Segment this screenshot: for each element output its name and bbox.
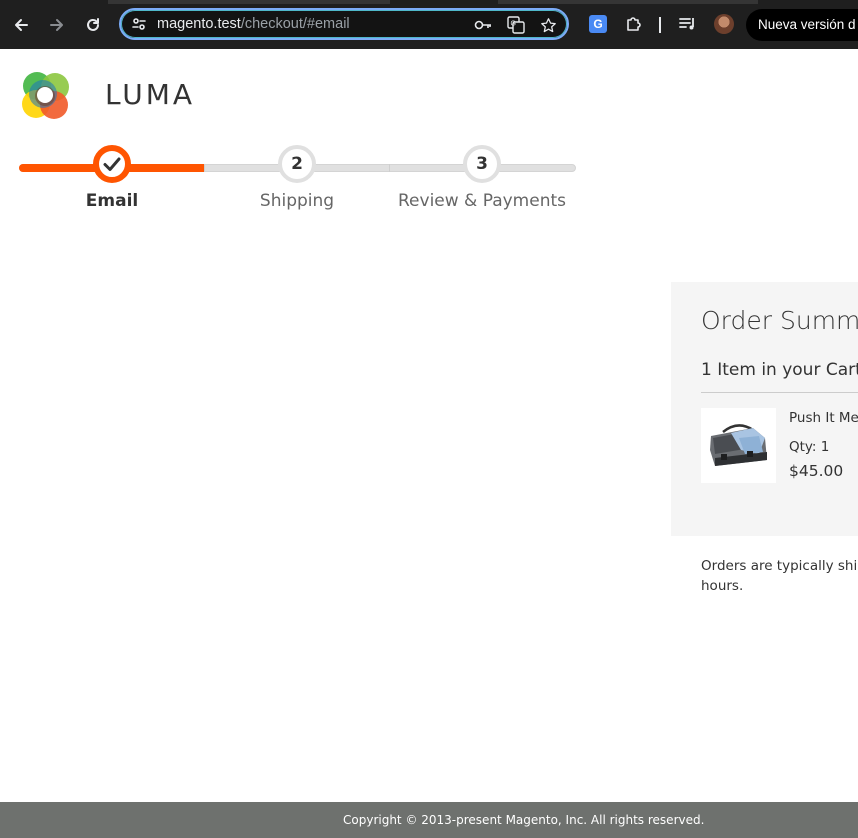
url-path: /checkout/#email — [240, 16, 350, 32]
product-price: $45.00 — [789, 462, 844, 480]
progress-segment-divider — [389, 164, 390, 172]
tab-strip-edge — [108, 0, 390, 4]
browser-toolbar: magento.test/checkout/#email G G Nueva v… — [0, 0, 858, 49]
star-icon[interactable] — [539, 16, 557, 34]
address-bar[interactable]: magento.test/checkout/#email G — [119, 8, 569, 40]
tab-strip-edge-2 — [498, 0, 758, 4]
arrow-right-icon — [50, 19, 63, 31]
product-quantity: Qty: 1 — [789, 439, 830, 455]
media-controls-icon[interactable] — [677, 13, 699, 35]
shipping-note: Orders are typically ship hours. — [701, 556, 858, 596]
progress-segment-divider — [204, 164, 205, 172]
key-icon[interactable] — [474, 16, 492, 34]
luma-logo[interactable]: LUMA — [19, 70, 192, 122]
product-image — [701, 408, 776, 483]
toolbar-divider — [659, 17, 661, 33]
url-text[interactable]: magento.test/checkout/#email — [157, 16, 350, 32]
site-settings-icon[interactable] — [131, 16, 147, 36]
shipping-note-line: hours. — [701, 578, 744, 594]
forward-button[interactable] — [45, 13, 69, 37]
step-email-label[interactable]: Email — [86, 191, 138, 211]
order-summary: Order Summa 1 Item in your Cart Push It … — [671, 282, 858, 536]
profile-avatar[interactable] — [714, 14, 734, 34]
step-shipping-label: Shipping — [259, 191, 335, 211]
step-review-label: Review & Payments — [398, 191, 566, 211]
copyright-text: Copyright © 2013-present Magento, Inc. A… — [343, 813, 705, 827]
svg-text:G: G — [511, 21, 516, 28]
luma-logo-mark-icon — [22, 72, 69, 119]
browser-update-button[interactable]: Nueva versión d — [746, 9, 858, 41]
order-summary-title: Order Summa — [701, 306, 858, 335]
cart-items-toggle[interactable]: 1 Item in your Cart — [701, 360, 858, 380]
back-button[interactable] — [9, 13, 33, 37]
checkout-progress-bar: 2 3 Email Shipping Review & Payments — [19, 145, 576, 215]
step-shipping-circle: 2 — [278, 145, 316, 183]
product-name: Push It Me — [789, 410, 858, 426]
reload-button[interactable] — [81, 13, 105, 37]
reload-icon — [87, 18, 99, 31]
url-host: magento.test — [157, 16, 241, 32]
checkmark-icon — [103, 157, 121, 171]
translate-icon[interactable]: G — [507, 16, 525, 34]
summary-divider — [701, 392, 858, 393]
step-review-circle: 3 — [463, 145, 501, 183]
extensions-puzzle-icon[interactable] — [623, 13, 645, 35]
step-email-circle[interactable] — [93, 145, 131, 183]
page-footer: Copyright © 2013-present Magento, Inc. A… — [0, 802, 858, 838]
logo-wordmark: LUMA — [105, 78, 196, 111]
shipping-note-line: Orders are typically ship — [701, 558, 858, 574]
arrow-left-icon — [15, 19, 28, 31]
messenger-bag-icon — [710, 424, 767, 466]
google-translate-extension-icon[interactable]: G — [589, 15, 607, 33]
